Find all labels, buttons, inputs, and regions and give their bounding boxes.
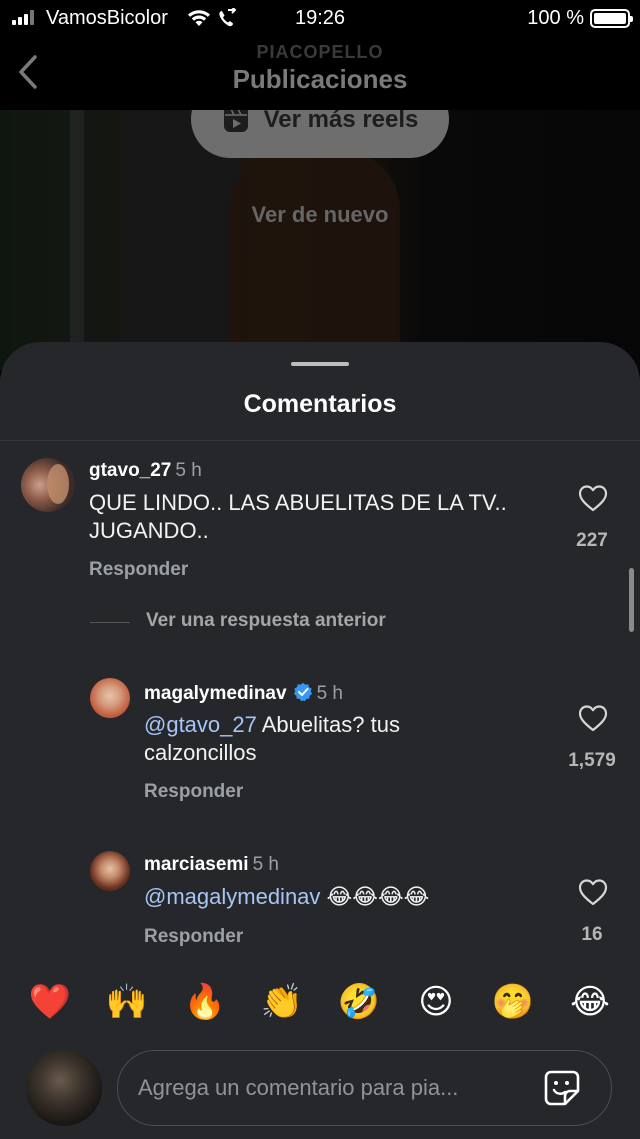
page-title: Publicaciones (232, 64, 408, 94)
comment-item: marciasemi 5 h @magalymedinav 😂😂😂😂 Respon… (0, 342, 640, 952)
battery-icon (590, 9, 633, 28)
tears-of-joy-emoji-button[interactable]: 😂 (568, 980, 612, 1024)
replay-button[interactable]: Ver de nuevo (0, 202, 640, 228)
more-reels-label: Ver más reels (263, 110, 419, 133)
battery-percent: 100 % (527, 7, 584, 29)
heart-eyes-emoji-button[interactable]: 😍 (414, 980, 458, 1024)
rolling-laughing-emoji-button[interactable]: 🤣 (337, 980, 381, 1024)
header: PIACOPELLO Publicaciones (0, 36, 640, 110)
status-bar: VamosBicolor 19:26 100 % (0, 0, 640, 36)
sticker-icon[interactable] (543, 1069, 581, 1107)
like-count: 16 (581, 924, 603, 945)
more-reels-button[interactable]: Ver más reels (191, 110, 449, 158)
emoji-quick-bar: ❤️ 🙌 🔥 👏 🤣 😍 🤭 😂 (0, 950, 640, 1050)
comment-body: 😂😂😂😂 (320, 884, 430, 909)
mention-link[interactable]: @magalymedinav (144, 884, 320, 909)
comment-input-placeholder: Agrega un comentario para pia... (138, 1075, 459, 1100)
reply-button[interactable]: Responder (144, 926, 243, 948)
clapping-emoji-button[interactable]: 👏 (260, 980, 304, 1024)
comment-username[interactable]: marciasemi (144, 854, 249, 875)
heart-emoji-button[interactable]: ❤️ (28, 980, 72, 1024)
hand-over-mouth-emoji-button[interactable]: 🤭 (491, 980, 535, 1024)
reel-video[interactable]: Ver más reels Ver de nuevo (0, 110, 640, 370)
comment-time: 5 h (252, 854, 279, 875)
avatar[interactable] (90, 851, 130, 891)
comment-text: @magalymedinav 😂😂😂😂 (144, 883, 544, 911)
reels-icon (223, 110, 248, 132)
fire-emoji-button[interactable]: 🔥 (183, 980, 227, 1024)
comment-input[interactable]: Agrega un comentario para pia... (117, 1050, 612, 1126)
comment-composer: Agrega un comentario para pia... (0, 1050, 640, 1139)
heart-icon[interactable] (578, 878, 608, 906)
raising-hands-emoji-button[interactable]: 🙌 (105, 980, 149, 1024)
scrollbar[interactable] (629, 568, 634, 632)
account-username: PIACOPELLO (256, 42, 384, 62)
current-user-avatar (26, 1050, 102, 1126)
